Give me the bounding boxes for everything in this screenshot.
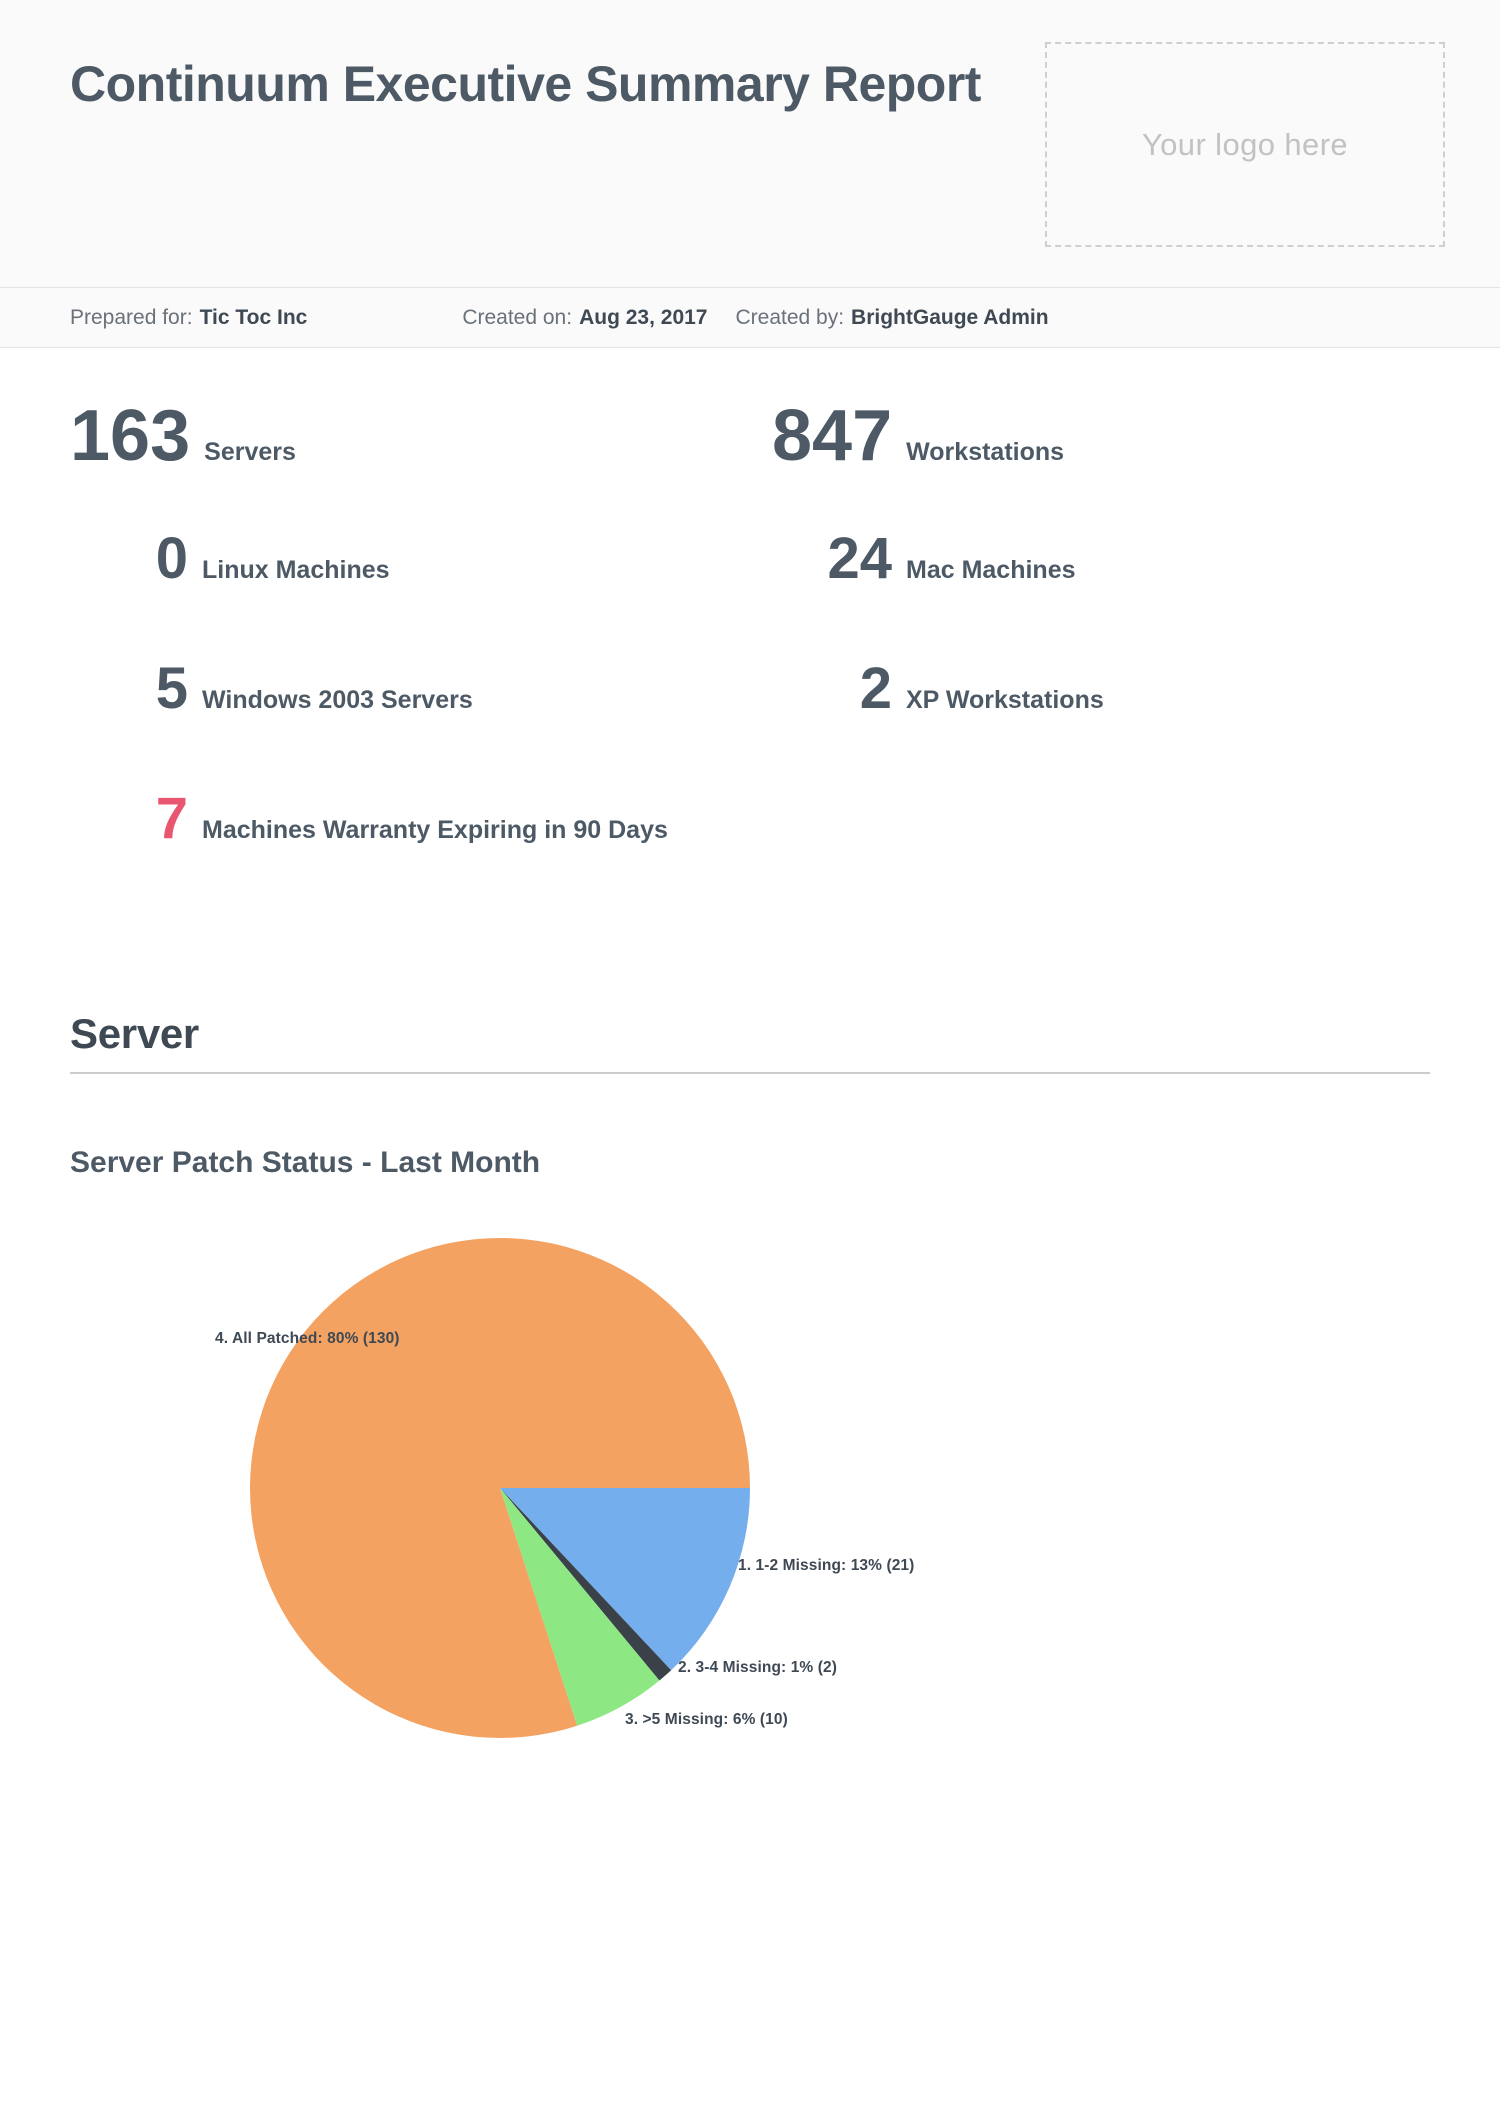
metric-value: 163: [70, 396, 191, 476]
metrics-row: 163 Servers 847 Workstations: [70, 400, 1430, 530]
section-divider: [70, 1072, 1430, 1074]
metric-label: Workstations: [906, 438, 1065, 466]
meta-created-by-label: Created by:: [735, 305, 845, 329]
report-header: Continuum Executive Summary Report Your …: [0, 0, 1500, 288]
metric-value: 2: [859, 656, 892, 721]
pie-label-3-4-missing: 2. 3-4 Missing: 1% (2): [678, 1659, 837, 1676]
metric-value: 0: [155, 526, 188, 591]
metrics-grid: 163 Servers 847 Workstations 0 Linux Mac…: [0, 348, 1500, 920]
meta-created-on-label: Created on:: [462, 305, 573, 329]
metric-value: 847: [772, 396, 893, 476]
metric-value: 24: [827, 526, 892, 591]
metric-label: Servers: [204, 438, 296, 466]
meta-prepared-for-label: Prepared for:: [70, 305, 193, 329]
pie-label-1-2-missing: 1. 1-2 Missing: 13% (21): [738, 1557, 915, 1574]
report-page: Continuum Executive Summary Report Your …: [0, 0, 1500, 2123]
metric-linux-machines: 0 Linux Machines: [70, 530, 750, 660]
metrics-row: 0 Linux Machines 24 Mac Machines: [70, 530, 1430, 660]
metric-warranty-expiring: 7 Machines Warranty Expiring in 90 Days: [70, 790, 750, 920]
server-patch-status-chart: 4. All Patched: 80% (130) 1. 1-2 Missing…: [70, 1206, 1430, 1806]
logo-placeholder[interactable]: Your logo here: [1045, 42, 1445, 247]
metric-label: Mac Machines: [906, 556, 1076, 584]
meta-created-on-value: Aug 23, 2017: [579, 305, 708, 329]
metrics-row: 7 Machines Warranty Expiring in 90 Days: [70, 790, 1430, 920]
section-title: Server: [70, 1010, 199, 1057]
meta-created-by: Created by: BrightGauge Admin: [735, 306, 1048, 330]
report-meta-bar: Prepared for: Tic Toc Inc Created on: Au…: [0, 288, 1500, 348]
metric-empty-cell: [750, 790, 1430, 920]
pie-slices: [250, 1237, 751, 1738]
meta-created-on: Created on: Aug 23, 2017: [462, 306, 707, 330]
pie-label-gt5-missing: 3. >5 Missing: 6% (10): [625, 1711, 788, 1728]
page-title: Continuum Executive Summary Report: [70, 56, 981, 112]
meta-created-by-value: BrightGauge Admin: [851, 305, 1049, 329]
metric-label: Linux Machines: [202, 556, 390, 584]
metric-label: Machines Warranty Expiring in 90 Days: [202, 816, 668, 844]
meta-prepared-for: Prepared for: Tic Toc Inc: [70, 306, 307, 330]
metric-mac-machines: 24 Mac Machines: [750, 530, 1430, 660]
metric-workstations: 847 Workstations: [750, 400, 1430, 530]
metric-value: 7: [155, 786, 188, 851]
pie-label-all-patched: 4. All Patched: 80% (130): [215, 1330, 400, 1347]
metric-label: XP Workstations: [906, 686, 1104, 714]
metric-label: Windows 2003 Servers: [202, 686, 473, 714]
metric-value: 5: [155, 656, 188, 721]
metric-windows-2003-servers: 5 Windows 2003 Servers: [70, 660, 750, 790]
metric-servers: 163 Servers: [70, 400, 750, 530]
metrics-row: 5 Windows 2003 Servers 2 XP Workstations: [70, 660, 1430, 790]
metric-xp-workstations: 2 XP Workstations: [750, 660, 1430, 790]
logo-placeholder-label: Your logo here: [1141, 126, 1349, 162]
meta-prepared-for-value: Tic Toc Inc: [199, 305, 308, 329]
server-section: Server Server Patch Status - Last Month …: [0, 1010, 1500, 1806]
widget-title: Server Patch Status - Last Month: [70, 1146, 541, 1179]
